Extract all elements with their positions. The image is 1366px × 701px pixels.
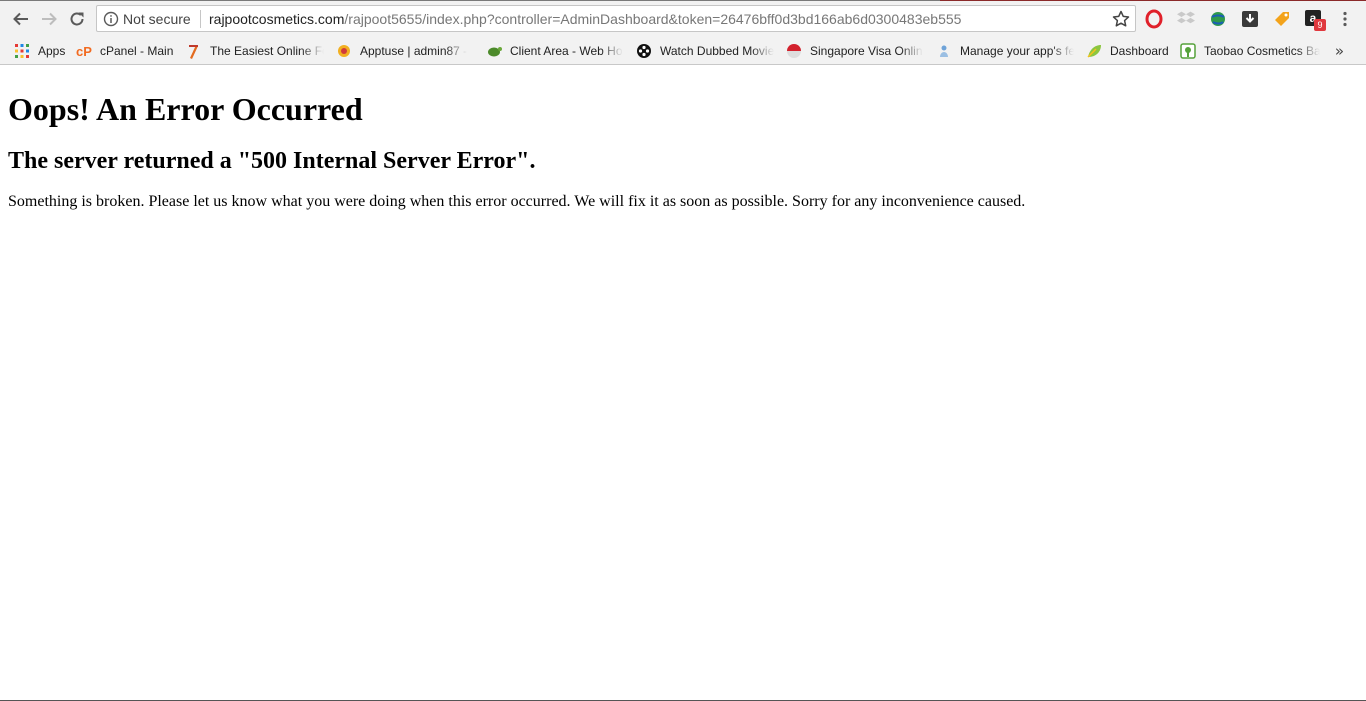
bookmark-dashboard[interactable]: Dashboard	[1086, 38, 1174, 64]
more-bookmarks-chevron-icon[interactable]: »	[1335, 38, 1344, 64]
page-title: Oops! An Error Occurred	[8, 91, 363, 127]
bookmark-watch-dubbed-movies[interactable]: Watch Dubbed Movie	[636, 38, 774, 64]
form-pen-icon	[189, 45, 198, 59]
opera-icon[interactable]	[1144, 9, 1164, 29]
svg-text:cP: cP	[76, 44, 92, 59]
url-text[interactable]: rajpootcosmetics.com/rajpoot5655/index.p…	[209, 12, 961, 26]
bookmark-cpanel[interactable]: cP cPanel - Main	[76, 38, 176, 64]
error-page-content: Oops! An Error Occurred The server retur…	[8, 70, 1358, 211]
window-top-border	[0, 0, 940, 1]
bookmark-client-area[interactable]: Client Area - Web Ho	[486, 38, 624, 64]
forward-button[interactable]	[38, 8, 60, 30]
error-message: Something is broken. Please let us know …	[8, 193, 1026, 210]
taobao-icon	[1180, 43, 1196, 59]
error-subtitle: The server returned a "500 Internal Serv…	[8, 148, 536, 174]
bookmark-label: cPanel - Main	[100, 44, 174, 58]
back-button[interactable]	[10, 8, 32, 30]
bookmark-apptuse[interactable]: Apptuse | admin87 -	[336, 38, 474, 64]
bookmark-label: Dashboard	[1110, 44, 1169, 58]
cpanel-icon: cP	[76, 44, 92, 59]
bookmark-label: Taobao Cosmetics Ba	[1204, 44, 1320, 58]
more-vertical-icon	[1343, 11, 1347, 27]
url-host: rajpootcosmetics.com	[209, 11, 345, 27]
url-path: /rajpoot5655/index.php?controller=AdminD…	[344, 11, 962, 27]
apptuse-icon	[338, 45, 350, 57]
amazon-extension-button[interactable]: a 9	[1304, 9, 1326, 31]
window-top-border-accent	[940, 0, 1366, 1]
notification-badge: 9	[1314, 19, 1326, 31]
bookmark-label: Apps	[38, 44, 66, 58]
globe-extension-icon[interactable]	[1208, 9, 1228, 29]
apps-grid-icon	[15, 44, 29, 58]
bookmark-label: Client Area - Web Ho	[510, 44, 623, 58]
bookmark-easiest-online-form[interactable]: The Easiest Online Fo	[186, 38, 324, 64]
turtle-icon	[488, 47, 502, 57]
security-status-label[interactable]: Not secure	[123, 12, 191, 26]
tag-extension-icon[interactable]	[1272, 9, 1292, 29]
bookmark-singapore-visa[interactable]: Singapore Visa Onlin	[786, 38, 924, 64]
bookmark-star-icon[interactable]	[1111, 9, 1131, 29]
address-bar-divider	[200, 10, 201, 28]
bookmark-label: The Easiest Online Fo	[210, 44, 324, 58]
person-icon	[940, 45, 948, 57]
bookmarks-bar: Apps cP cPanel - Main The Easiest Online…	[0, 38, 1366, 65]
singapore-flag-icon	[787, 44, 801, 58]
arrow-left-icon	[13, 12, 28, 26]
bookmark-label: Watch Dubbed Movie	[660, 44, 774, 58]
reload-icon	[70, 12, 84, 26]
bookmark-label: Singapore Visa Onlin	[810, 44, 923, 58]
bookmark-manage-app-feedback[interactable]: Manage your app's fe	[936, 38, 1074, 64]
film-reel-icon	[637, 44, 651, 58]
browser-menu-button[interactable]	[1334, 8, 1356, 30]
reload-button[interactable]	[66, 8, 88, 30]
arrow-right-icon	[42, 12, 57, 26]
leaf-icon	[1087, 45, 1101, 58]
dropbox-icon[interactable]	[1176, 9, 1196, 29]
download-extension-icon[interactable]	[1240, 9, 1260, 29]
bookmark-apps[interactable]: Apps	[14, 38, 70, 64]
bookmark-label: Manage your app's fe	[960, 44, 1074, 58]
info-icon[interactable]	[103, 11, 119, 27]
browser-toolbar: Not secure rajpootcosmetics.com/rajpoot5…	[0, 0, 1366, 38]
bookmark-label: Apptuse | admin87 -	[360, 44, 468, 58]
bookmark-taobao-cosmetics[interactable]: Taobao Cosmetics Ba	[1180, 38, 1320, 64]
address-bar[interactable]: Not secure rajpootcosmetics.com/rajpoot5…	[96, 5, 1136, 32]
